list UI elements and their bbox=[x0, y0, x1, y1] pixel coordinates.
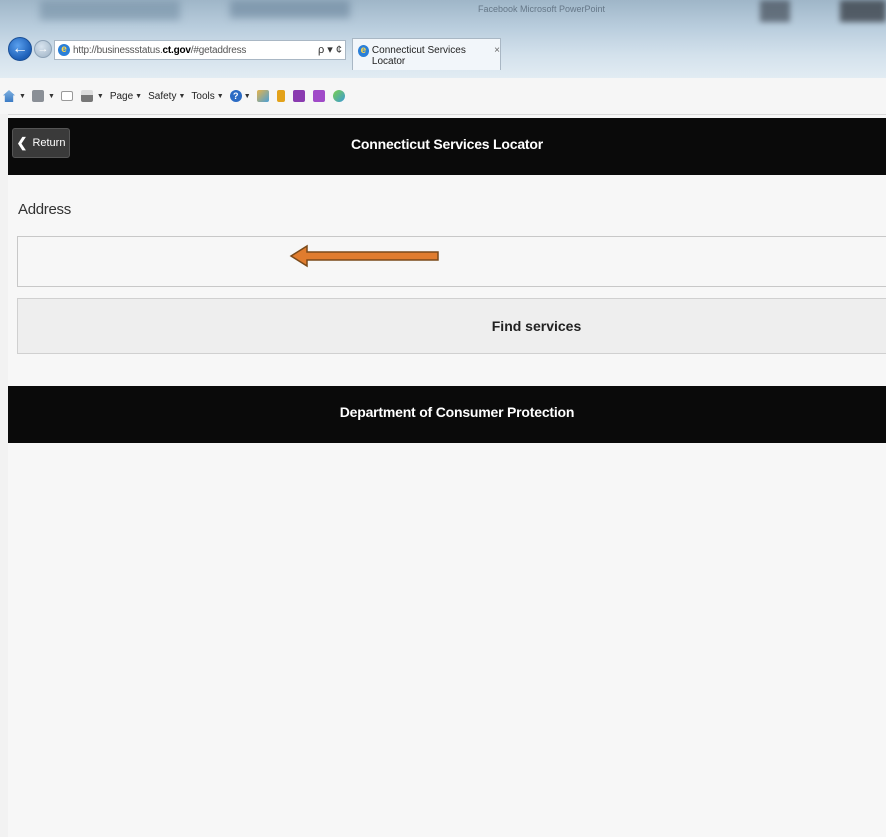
chevron-down-icon: ▼ bbox=[96, 92, 104, 100]
search-refresh-icons[interactable]: ρ ▾ ¢ bbox=[318, 43, 342, 56]
address-bar[interactable]: e http://businessstatus.ct.gov/#getaddre… bbox=[54, 40, 346, 60]
chevron-down-icon: ▼ bbox=[178, 92, 186, 100]
find-services-button[interactable]: Find services bbox=[17, 298, 886, 354]
browser-tab[interactable]: e Connecticut Services Locator × bbox=[352, 38, 501, 70]
command-bar: ▼ ▼ ▼ Page ▼ Safety ▼ Tools ▼ ? ▼ bbox=[0, 78, 886, 115]
addon-button[interactable] bbox=[312, 90, 327, 102]
forward-arrow-icon: → bbox=[37, 43, 49, 55]
people-icon bbox=[256, 90, 269, 102]
addon-button[interactable] bbox=[276, 90, 287, 102]
tools-menu[interactable]: Tools ▼ bbox=[191, 91, 223, 102]
address-label: Address bbox=[18, 201, 71, 218]
app-footer: Department of Consumer Protection bbox=[8, 386, 886, 443]
page-left-edge bbox=[0, 114, 8, 837]
ie-logo-icon: e bbox=[358, 45, 369, 57]
back-button[interactable]: ← bbox=[8, 37, 32, 61]
page-menu[interactable]: Page ▼ bbox=[110, 91, 142, 102]
page-menu-label: Page bbox=[109, 90, 134, 102]
home-button[interactable]: ▼ bbox=[3, 90, 26, 102]
page-title: Connecticut Services Locator bbox=[350, 136, 543, 152]
feeds-button[interactable]: ▼ bbox=[31, 90, 55, 102]
help-button[interactable]: ? ▼ bbox=[229, 90, 251, 102]
forward-button[interactable]: → bbox=[34, 40, 52, 58]
chevron-down-icon: ▼ bbox=[243, 92, 251, 100]
print-button[interactable]: ▼ bbox=[80, 90, 104, 102]
skype-icon bbox=[332, 90, 345, 102]
home-icon bbox=[3, 90, 15, 102]
mail-icon bbox=[60, 91, 73, 101]
close-icon[interactable]: × bbox=[494, 45, 500, 56]
orange-arrow-annotation bbox=[289, 244, 439, 268]
addon-button[interactable] bbox=[292, 90, 307, 102]
chevron-down-icon: ▼ bbox=[135, 92, 143, 100]
window-title: Facebook Microsoft PowerPoint bbox=[478, 4, 606, 14]
onenote-icon bbox=[312, 90, 325, 102]
guitar-icon bbox=[276, 90, 285, 102]
url-text[interactable]: http://businessstatus.ct.gov/#getaddress bbox=[73, 45, 246, 56]
ie-logo-icon: e bbox=[58, 44, 70, 56]
browser-title-bar: Facebook Microsoft PowerPoint ← → e http… bbox=[0, 0, 886, 78]
addon-button[interactable] bbox=[332, 90, 347, 102]
tab-title: Connecticut Services Locator bbox=[371, 45, 466, 67]
safety-menu-label: Safety bbox=[148, 90, 177, 102]
print-icon bbox=[80, 90, 93, 102]
chevron-down-icon: ▼ bbox=[216, 92, 224, 100]
tools-menu-label: Tools bbox=[191, 90, 215, 102]
address-input[interactable] bbox=[17, 236, 886, 287]
onenote-icon bbox=[292, 90, 305, 102]
footer-text: Department of Consumer Protection bbox=[339, 404, 575, 420]
blurred-background bbox=[840, 0, 886, 22]
chevron-down-icon: ▼ bbox=[47, 92, 55, 100]
blurred-background bbox=[40, 0, 180, 20]
blurred-background bbox=[760, 0, 790, 22]
blurred-background bbox=[230, 0, 350, 18]
rss-feed-icon bbox=[31, 90, 44, 102]
mail-button[interactable] bbox=[60, 91, 75, 101]
help-icon: ? bbox=[229, 90, 242, 102]
safety-menu[interactable]: Safety ▼ bbox=[148, 91, 185, 102]
back-arrow-icon: ← bbox=[12, 40, 28, 57]
chevron-down-icon: ▼ bbox=[19, 92, 26, 100]
app-header: ❮ Return Connecticut Services Locator bbox=[8, 118, 886, 175]
addon-button[interactable] bbox=[256, 90, 271, 102]
